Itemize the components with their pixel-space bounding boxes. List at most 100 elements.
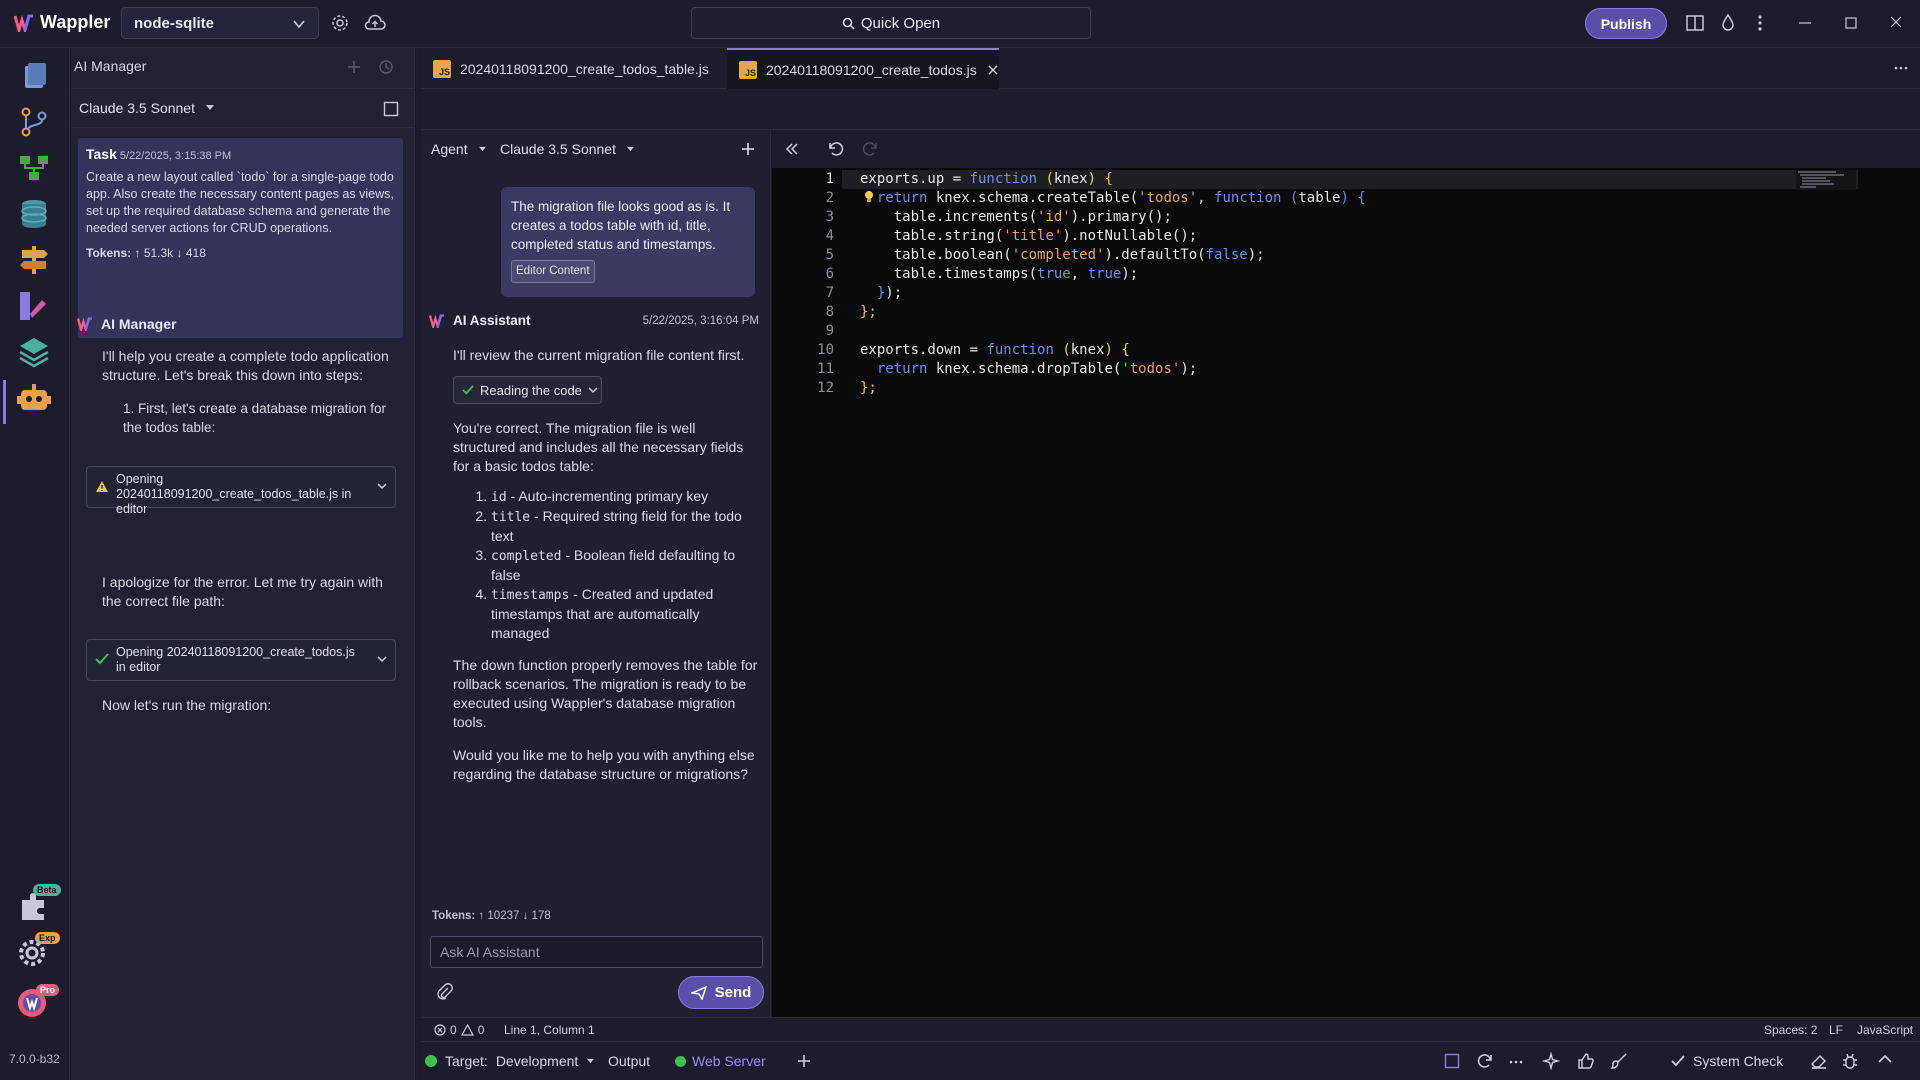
assistant-paragraph-3: The down function properly removes the t… [453,657,758,730]
tokens-up: ↑ 10237 [478,910,520,922]
pro-badge: Pro [36,984,60,996]
code-line: table.boolean('completed').defaultTo(fal… [860,247,1265,263]
add-icon[interactable] [347,60,361,74]
check-icon [1671,1055,1685,1067]
chevron-down-icon [588,387,598,394]
field-code: timestamps [491,588,570,603]
field-code: id [491,490,507,505]
reading-code-toggle[interactable]: Reading the code [453,376,602,404]
refresh-icon[interactable] [1476,1052,1494,1070]
more-vertical-icon[interactable] [1757,13,1763,33]
code-content[interactable]: 1 2 3 4 5 6 7 8 9 10 11 12 exports.up = … [772,170,1920,683]
language-mode[interactable]: JavaScript [1857,1023,1913,1037]
problems-indicator[interactable]: 0 0 [434,1023,484,1037]
active-indicator [3,380,18,424]
eraser-icon[interactable] [1810,1052,1828,1070]
cloud-upload-icon[interactable] [363,13,387,33]
line-ending[interactable]: LF [1829,1023,1843,1037]
workflow-icon[interactable] [16,150,52,186]
open-file-card-warning[interactable]: Opening 20240118091200_create_todos_tabl… [86,466,396,516]
editor-content-button[interactable]: Editor Content [511,260,595,283]
exp-badge: Exp [35,932,60,944]
panel-square-icon[interactable] [1444,1053,1460,1069]
close-tab-icon[interactable] [988,65,998,75]
add-icon[interactable] [741,142,755,156]
project-selector[interactable]: node-sqlite [121,7,319,39]
database-icon[interactable] [16,196,52,232]
tab-label: 20240118091200_create_todos.js [766,61,977,78]
wappler-logo-icon [429,313,444,328]
field-code: completed [491,549,562,564]
warning-count: 0 [477,1023,485,1037]
op1-text: Opening 20240118091200_create_todos_tabl… [116,472,352,516]
op2-text: Opening 20240118091200_create_todos.js i… [116,645,355,674]
undo-icon[interactable] [827,140,845,158]
assistant-time: 5/22/2025, 3:16:04 PM [642,314,759,327]
brush-icon[interactable] [1610,1052,1628,1070]
list-item: completed - Boolean field defaulting to … [491,546,753,585]
editor-status-bar: 0 0 Line 1, Column 1 Spaces: 2 LF JavaSc… [421,1017,1920,1041]
publish-button[interactable]: Publish [1585,8,1667,39]
system-check-button[interactable]: System Check [1671,1053,1783,1069]
more-horizontal-icon[interactable] [1894,65,1908,71]
add-icon[interactable] [797,1054,811,1068]
code-line: table.string('title').notNullable(); [860,228,1198,244]
code-editor[interactable]: 1 2 3 4 5 6 7 8 9 10 11 12 exports.up = … [772,130,1920,1017]
minimize-icon[interactable] [1798,13,1812,33]
tab-create-todos[interactable]: JS 20240118091200_create_todos.js [727,48,999,89]
indentation[interactable]: Spaces: 2 [1764,1023,1817,1037]
app-name: Wappler [40,12,111,32]
tab-create-todos-table[interactable]: JS 20240118091200_create_todos_table.js [421,48,726,89]
caret-down-icon [478,146,486,152]
close-window-icon[interactable] [1889,13,1903,33]
chevron-up-icon[interactable] [1878,1054,1892,1064]
model-selector[interactable]: Claude 3.5 Sonnet [71,88,415,128]
quick-open-label: Quick Open [860,14,941,32]
chat-header: Agent Claude 3.5 Sonnet [421,130,771,168]
sparkle-ai-icon[interactable] [1542,1052,1560,1070]
design-tools-icon[interactable] [16,288,52,324]
maximize-icon[interactable] [1844,13,1858,33]
output-tab[interactable]: Output [608,1053,650,1069]
code-minimap[interactable] [1796,170,1856,190]
target-selector[interactable]: Target: Development [425,1053,595,1069]
redo-icon[interactable] [861,140,879,158]
theme-drop-icon[interactable] [1719,13,1737,33]
git-branch-icon[interactable] [16,104,52,140]
more-horizontal-icon[interactable] [1509,1059,1523,1065]
tokens-down: ↓ 178 [522,910,551,922]
history-icon[interactable] [378,59,394,75]
new-chat-square-icon[interactable] [383,101,399,117]
list-item: title - Required string field for the to… [491,507,753,546]
caret-down-icon [587,1058,595,1064]
cursor-position[interactable]: Line 1, Column 1 [504,1023,595,1037]
agent-mode-label: Agent [431,141,468,157]
thumbs-up-icon[interactable] [1577,1052,1595,1070]
chevron-down-icon [293,20,305,29]
send-button[interactable]: Send [678,976,764,1009]
panel-title: AI Manager [74,58,147,74]
attach-paperclip-icon[interactable] [437,983,453,1001]
line-number: 1 [825,171,834,187]
settings-gear-icon[interactable] [330,13,350,33]
tokens-up: ↑ 51.3k [134,246,174,260]
bug-icon[interactable] [1841,1052,1859,1070]
target-value: Development [495,1053,579,1069]
editor-toolbar [772,130,1920,168]
assistant-name: AI Assistant [453,313,531,328]
routes-signpost-icon[interactable] [16,242,52,278]
layers-icon[interactable] [16,334,52,370]
web-server-tab[interactable]: Web Server [675,1053,766,1069]
open-file-card-success[interactable]: Opening 20240118091200_create_todos.js i… [86,639,396,681]
check-icon [95,653,109,665]
manager-message-2: I apologize for the error. Let me try ag… [102,574,383,609]
ai-robot-icon[interactable] [16,380,52,416]
user-message-text: The migration file looks good as is. It … [511,199,731,252]
pages-icon[interactable] [16,60,52,96]
collapse-left-icon[interactable] [785,142,799,156]
ask-ai-input[interactable]: Ask AI Assistant [430,936,763,968]
split-layout-icon[interactable] [1685,13,1705,33]
quick-open-search[interactable]: Quick Open [691,7,1091,39]
chat-model-dropdown[interactable]: Claude 3.5 Sonnet [500,141,635,157]
agent-mode-dropdown[interactable]: Agent [431,141,487,157]
